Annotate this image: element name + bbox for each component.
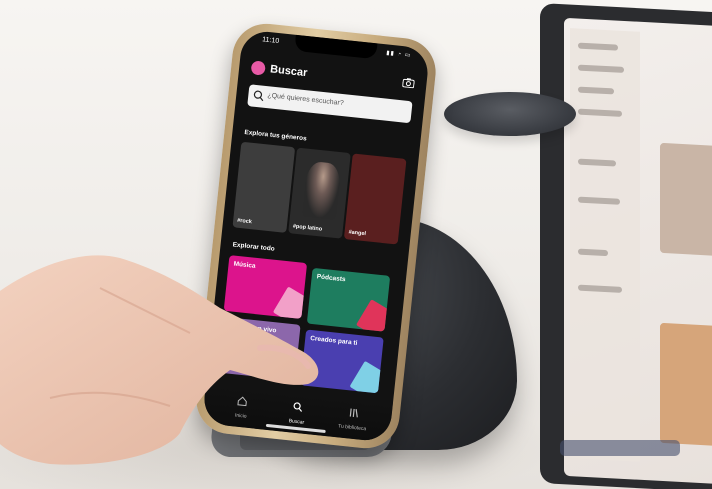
genre-label: #angel xyxy=(348,229,367,238)
photo-scene: 11:10 ▮▮ ◔ ▭ Buscar ¿Qué quieres escucha… xyxy=(0,0,712,489)
status-icons: ▮▮ ◔ ▭ xyxy=(385,50,412,59)
phone-notch xyxy=(294,34,378,60)
wireless-charger-puck xyxy=(444,92,576,136)
nav-label: Tu biblioteca xyxy=(337,423,367,433)
hand xyxy=(0,255,319,465)
album-art xyxy=(355,299,391,332)
laptop-dock xyxy=(560,440,680,456)
genre-label: #rock xyxy=(236,217,253,226)
genre-card[interactable]: #pop latino xyxy=(288,147,351,239)
search-placeholder: ¿Qué quieres escuchar? xyxy=(267,92,345,108)
laptop-content-card xyxy=(660,322,712,446)
page-title: Buscar xyxy=(269,63,308,80)
search-icon xyxy=(253,90,264,102)
avatar[interactable] xyxy=(250,60,266,76)
status-time: 11:10 xyxy=(261,36,280,46)
genre-card[interactable]: #rock xyxy=(232,141,296,233)
camera-icon[interactable] xyxy=(402,77,415,89)
genres-section-title: Explora tus géneros xyxy=(244,128,307,143)
laptop-screen xyxy=(564,17,712,485)
album-art xyxy=(349,360,384,394)
genre-card[interactable]: #angel xyxy=(343,153,407,245)
artist-photo xyxy=(301,160,342,220)
library-icon xyxy=(349,408,358,418)
nav-item-library[interactable]: Tu biblioteca xyxy=(332,403,374,433)
laptop-content-card xyxy=(660,142,712,256)
